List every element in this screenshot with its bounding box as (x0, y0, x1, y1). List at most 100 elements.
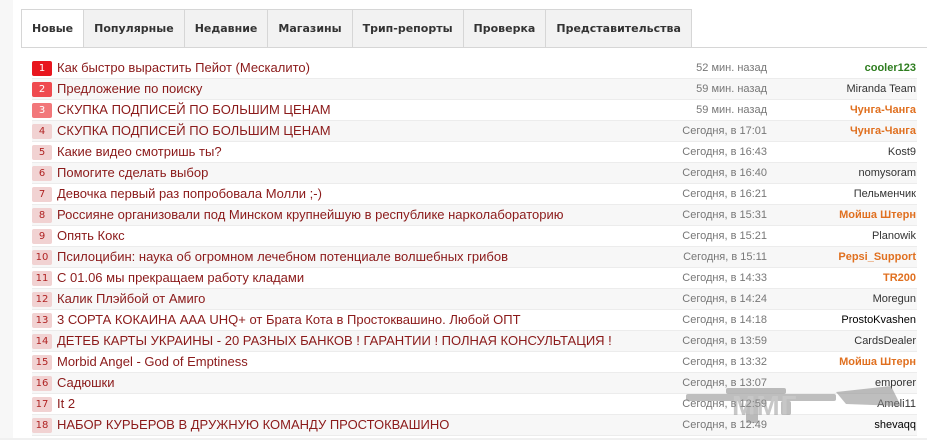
topic-row: 12 Калик Плэйбой от Амиго Сегодня, в 14:24… (32, 289, 917, 310)
topic-row: 13 3 СОРТА КОКАИНА ААА UHQ+ от Брата Кота… (32, 310, 917, 331)
topic-author-link[interactable]: TR200 (883, 268, 916, 288)
topic-title-link[interactable]: Опять Кокс (57, 226, 125, 246)
topic-rank-badge: 18 (32, 418, 52, 433)
topic-rank-badge: 13 (32, 313, 52, 328)
topic-rank-badge: 1 (32, 61, 52, 76)
topic-author-link[interactable]: Чунга-Чанга (850, 100, 916, 120)
tab-recent[interactable]: Недавние (184, 9, 269, 48)
topic-rank-badge: 16 (32, 376, 52, 391)
topic-author-link[interactable]: ProstoKvashen (841, 310, 916, 330)
topic-title-link[interactable]: Садюшки (57, 373, 114, 393)
topic-timestamp: Сегодня, в 15:31 (682, 209, 767, 221)
topic-title-link[interactable]: Morbid Angel - God of Emptiness (57, 352, 248, 372)
topic-timestamp: Сегодня, в 17:01 (682, 125, 767, 137)
topic-author-link[interactable]: Чунга-Чанга (850, 121, 916, 141)
topic-rank-badge: 5 (32, 145, 52, 160)
topic-author-link[interactable]: Пельменчик (854, 184, 916, 204)
topic-timestamp: Сегодня, в 14:24 (682, 293, 767, 305)
topic-title-link[interactable]: ДЕТЕБ КАРТЫ УКРАИНЫ - 20 РАЗНЫХ БАНКОВ !… (57, 331, 612, 351)
topic-row: 3 СКУПКА ПОДПИСЕЙ ПО БОЛЬШИМ ЦЕНАМ 59 мин.… (32, 100, 917, 121)
tab-shops[interactable]: Магазины (268, 9, 353, 48)
topic-row: 15 Morbid Angel - God of Emptiness Сегодня… (32, 352, 917, 373)
topic-timestamp: Сегодня, в 16:21 (682, 188, 767, 200)
topic-title-link[interactable]: Девочка первый раз попробовала Молли ;-) (57, 184, 322, 204)
tab-trip-reports[interactable]: Трип-репорты (352, 9, 464, 48)
topic-timestamp: Сегодня, в 13:59 (682, 335, 767, 347)
topic-timestamp: 52 мин. назад (696, 62, 767, 74)
topic-rank-badge: 15 (32, 355, 52, 370)
topics-panel: Новые Популярные Недавние Магазины Трип-… (13, 0, 927, 438)
topic-rank-badge: 2 (32, 82, 52, 97)
topic-author-link[interactable]: CardsDealer (854, 331, 916, 351)
topic-author-link[interactable]: Мойша Штерн (839, 352, 916, 372)
topic-rank-badge: 10 (32, 250, 52, 265)
topic-timestamp: Сегодня, в 14:33 (682, 272, 767, 284)
topic-timestamp: 59 мин. назад (696, 83, 767, 95)
topic-timestamp: Сегодня, в 16:43 (682, 146, 767, 158)
topic-title-link[interactable]: Как быстро вырастить Пейот (Мескалито) (57, 58, 310, 78)
topic-rank-badge: 14 (32, 334, 52, 349)
topic-title-link[interactable]: СКУПКА ПОДПИСЕЙ ПО БОЛЬШИМ ЦЕНАМ (57, 100, 331, 120)
topic-timestamp: Сегодня, в 15:11 (683, 251, 767, 263)
topic-row: 11 С 01.06 мы прекращаем работу кладами Се… (32, 268, 917, 289)
topic-row: 16 Садюшки Сегодня, в 13:07 emporer (32, 373, 917, 394)
topic-author-link[interactable]: Kost9 (888, 142, 916, 162)
tabs-divider (21, 47, 927, 48)
topic-author-link[interactable]: Pepsi_Support (838, 247, 916, 267)
topic-row: 7 Девочка первый раз попробовала Молли ;-… (32, 184, 917, 205)
topic-row: 8 Россияне организовали под Минском крупн… (32, 205, 917, 226)
topic-title-link[interactable]: НАБОР КУРЬЕРОВ В ДРУЖНУЮ КОМАНДУ ПРОСТОК… (57, 415, 449, 435)
topic-timestamp: Сегодня, в 13:07 (682, 377, 767, 389)
topic-author-link[interactable]: Miranda Team (847, 79, 917, 99)
topic-timestamp: Сегодня, в 14:18 (682, 314, 767, 326)
tab-popular[interactable]: Популярные (84, 9, 185, 48)
topic-author-link[interactable]: nomysoram (859, 163, 916, 183)
topic-rank-badge: 17 (32, 397, 52, 412)
topic-title-link[interactable]: Россияне организовали под Минском крупне… (57, 205, 563, 225)
tab-representatives[interactable]: Представительства (546, 9, 692, 48)
topic-row: 10 Псилоцибин: наука об огромном лечебном… (32, 247, 917, 268)
topic-timestamp: Сегодня, в 13:32 (682, 356, 767, 368)
topic-rank-badge: 9 (32, 229, 52, 244)
topic-row: 2 Предложение по поиску 59 мин. назад Miran… (32, 79, 917, 100)
tab-check[interactable]: Проверка (463, 9, 547, 48)
topic-rank-badge: 3 (32, 103, 52, 118)
topic-rank-badge: 6 (32, 166, 52, 181)
topic-timestamp: Сегодня, в 16:40 (682, 167, 767, 179)
topic-author-link[interactable]: Moregun (873, 289, 916, 309)
topic-row: 1 Как быстро вырастить Пейот (Мескалито) 5… (32, 58, 917, 79)
topic-row: 6 Помогите сделать выбор Сегодня, в 16:40 n… (32, 163, 917, 184)
topic-author-link[interactable]: emporer (875, 373, 916, 393)
topic-row: 9 Опять Кокс Сегодня, в 15:21 Planowik (32, 226, 917, 247)
topic-title-link[interactable]: It 2 (57, 394, 75, 414)
topic-list: 1 Как быстро вырастить Пейот (Мескалито) 5… (32, 58, 917, 436)
topic-title-link[interactable]: Предложение по поиску (57, 79, 202, 99)
topic-title-link[interactable]: Калик Плэйбой от Амиго (57, 289, 205, 309)
topic-title-link[interactable]: 3 СОРТА КОКАИНА ААА UHQ+ от Брата Кота в… (57, 310, 521, 330)
topic-title-link[interactable]: С 01.06 мы прекращаем работу кладами (57, 268, 304, 288)
tab-new[interactable]: Новые (21, 9, 85, 48)
topic-rank-badge: 12 (32, 292, 52, 307)
topic-row: 17 It 2 Сегодня, в 12:59 Ameli11 (32, 394, 917, 415)
topic-row: 4 СКУПКА ПОДПИСЕЙ ПО БОЛЬШИМ ЦЕНАМ Сегодня… (32, 121, 917, 142)
topic-title-link[interactable]: Какие видео смотришь ты? (57, 142, 222, 162)
topic-title-link[interactable]: Псилоцибин: наука об огромном лечебном п… (57, 247, 508, 267)
topic-rank-badge: 11 (32, 271, 52, 286)
topic-rank-badge: 7 (32, 187, 52, 202)
topic-author-link[interactable]: cooler123 (865, 58, 916, 78)
topic-row: 18 НАБОР КУРЬЕРОВ В ДРУЖНУЮ КОМАНДУ ПРОСТ… (32, 415, 917, 436)
left-sidebar-strip (0, 0, 14, 438)
topic-timestamp: Сегодня, в 15:21 (682, 230, 767, 242)
topic-author-link[interactable]: Planowik (872, 226, 916, 246)
topic-title-link[interactable]: СКУПКА ПОДПИСЕЙ ПО БОЛЬШИМ ЦЕНАМ (57, 121, 331, 141)
topic-author-link[interactable]: shevaqq (874, 415, 916, 435)
topic-author-link[interactable]: Мойша Штерн (839, 205, 916, 225)
topic-rank-badge: 4 (32, 124, 52, 139)
topic-title-link[interactable]: Помогите сделать выбор (57, 163, 208, 183)
tab-bar: Новые Популярные Недавние Магазины Трип-… (21, 9, 692, 48)
topic-author-link[interactable]: Ameli11 (877, 394, 916, 414)
topic-timestamp: 59 мин. назад (696, 104, 767, 116)
topic-row: 14 ДЕТЕБ КАРТЫ УКРАИНЫ - 20 РАЗНЫХ БАНКОВ… (32, 331, 917, 352)
topic-rank-badge: 8 (32, 208, 52, 223)
topic-row: 5 Какие видео смотришь ты? Сегодня, в 16:4… (32, 142, 917, 163)
